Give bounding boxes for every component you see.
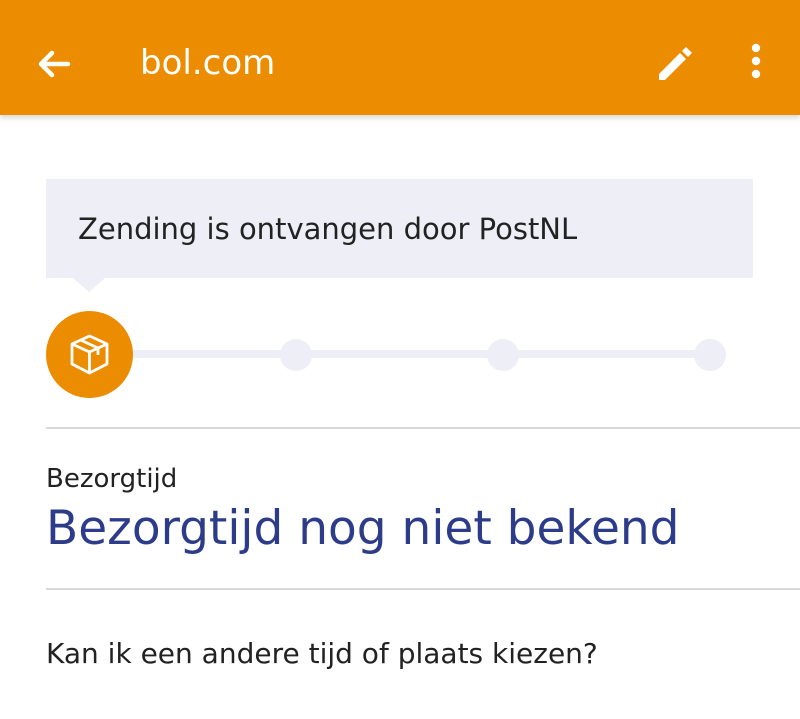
more-vertical-icon — [751, 43, 761, 79]
status-bubble: Zending is ontvangen door PostNL — [46, 179, 753, 278]
app-bar: bol.com — [0, 0, 800, 115]
package-icon — [70, 334, 109, 375]
change-time-or-place-link[interactable]: Kan ik een andere tijd of plaats kiezen? — [46, 634, 598, 674]
arrow-left-icon — [38, 50, 71, 78]
tracking-step-4 — [694, 339, 726, 371]
status-bubble-pointer — [73, 278, 105, 292]
edit-button[interactable] — [650, 38, 700, 88]
tracking-step-2 — [280, 339, 312, 371]
pencil-icon — [659, 47, 692, 80]
delivery-time-value: Bezorgtijd nog niet bekend — [46, 501, 680, 556]
delivery-time-label: Bezorgtijd — [46, 464, 178, 494]
status-message: Zending is ontvangen door PostNL — [78, 212, 578, 246]
divider — [46, 427, 800, 429]
tracking-step-1-active — [46, 311, 133, 398]
tracking-step-3 — [487, 339, 519, 371]
app-title: bol.com — [140, 43, 276, 83]
more-options-button[interactable] — [736, 38, 776, 88]
tracking-progress-line — [110, 350, 710, 358]
back-button[interactable] — [30, 40, 78, 88]
divider — [46, 588, 800, 590]
